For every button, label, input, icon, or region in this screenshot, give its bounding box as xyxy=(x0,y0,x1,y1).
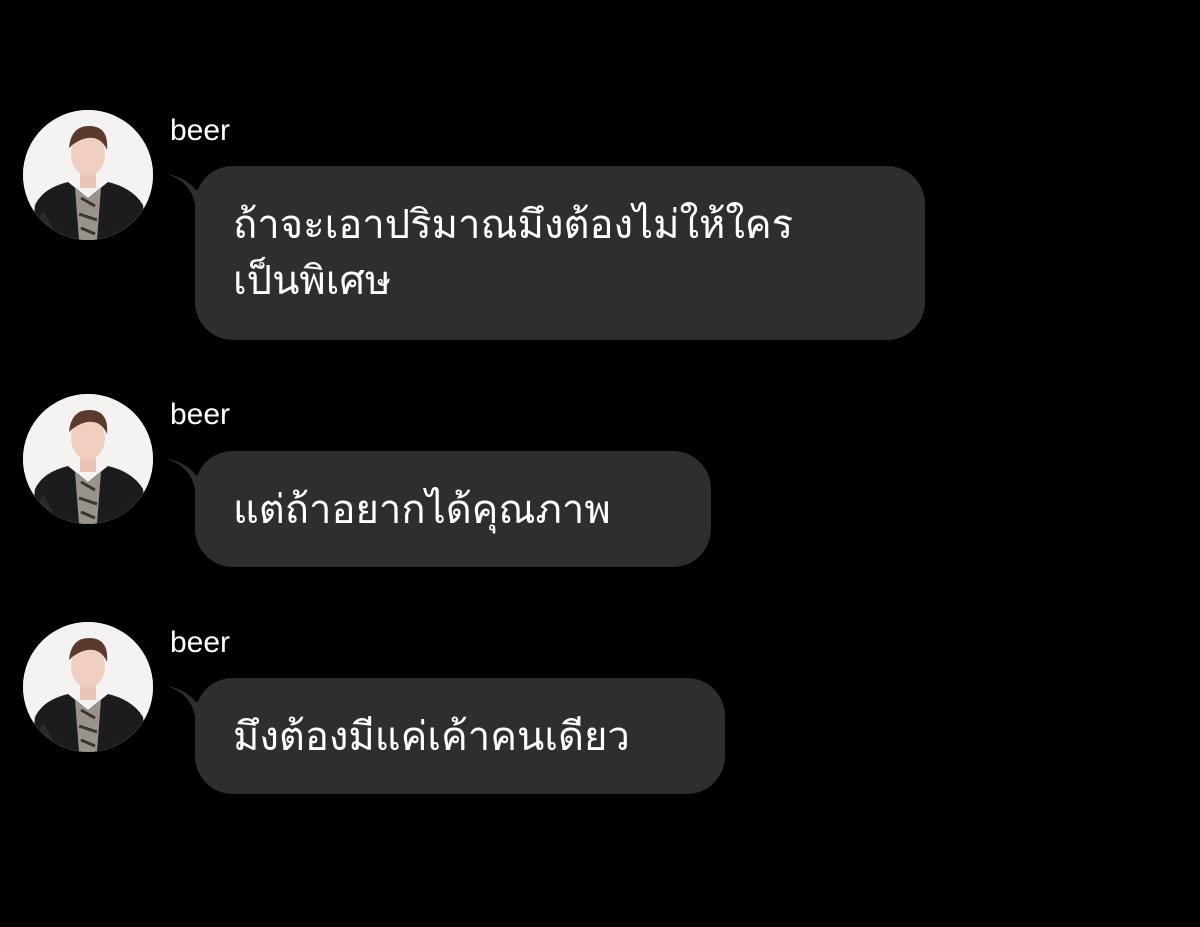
message-bubble[interactable]: มึงต้องมีแค่เค้าคนเดียว xyxy=(195,678,725,794)
user-photo-avatar-icon xyxy=(23,110,153,240)
message-bubble[interactable]: แต่ถ้าอยากได้คุณภาพ xyxy=(195,451,711,567)
message-text: ถ้าจะเอาปริมาณมึงต้องไม่ให้ใคร เป็นพิเศษ xyxy=(233,202,794,304)
user-photo-avatar-icon xyxy=(23,622,153,752)
message-bubble[interactable]: ถ้าจะเอาปริมาณมึงต้องไม่ให้ใคร เป็นพิเศษ xyxy=(195,166,925,340)
avatar[interactable] xyxy=(23,622,153,752)
sender-name: beer xyxy=(170,114,231,147)
avatar[interactable] xyxy=(23,394,153,524)
sender-name: beer xyxy=(170,626,231,659)
sender-name: beer xyxy=(170,398,231,431)
avatar[interactable] xyxy=(23,110,153,240)
message-text: แต่ถ้าอยากได้คุณภาพ xyxy=(233,487,611,533)
user-photo-avatar-icon xyxy=(23,394,153,524)
message-text: มึงต้องมีแค่เค้าคนเดียว xyxy=(233,714,630,760)
chat-thread: beer ถ้าจะเอาปริมาณมึงต้องไม่ให้ใคร เป็น… xyxy=(0,0,1200,927)
